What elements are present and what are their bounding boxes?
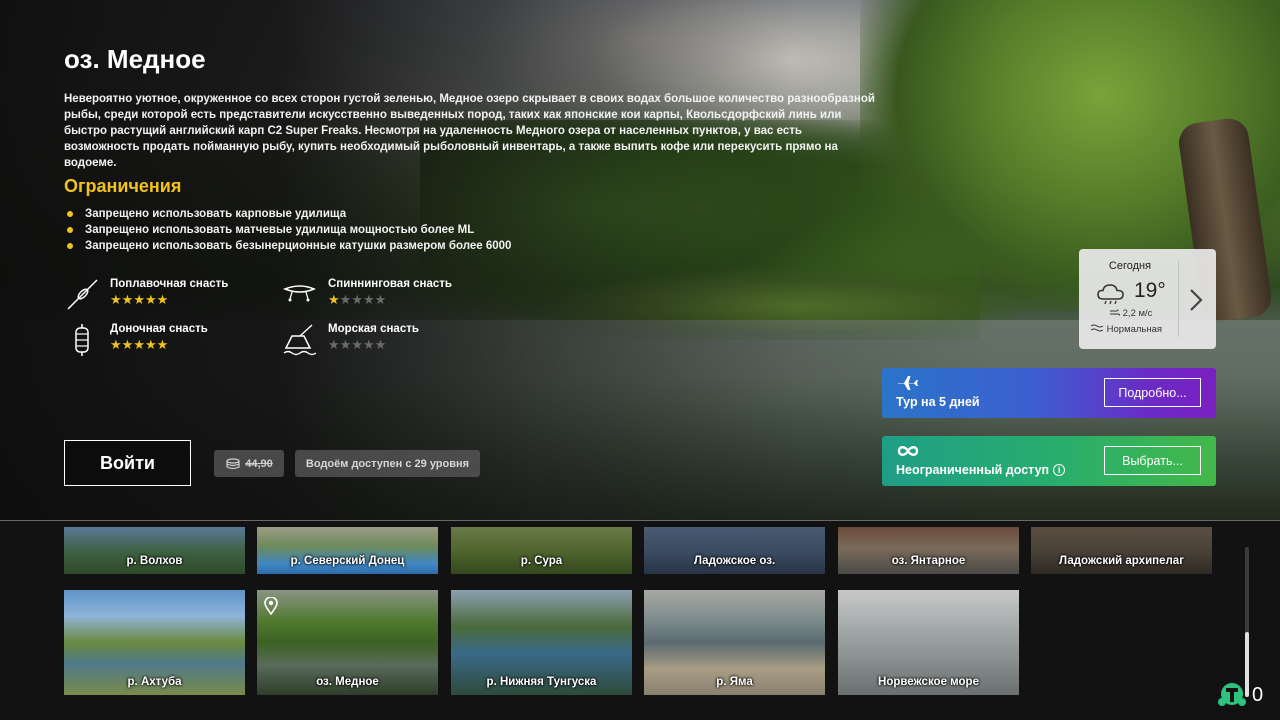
location-card-label: р. Сура — [520, 555, 563, 567]
location-card[interactable]: р. Сура — [451, 527, 632, 574]
location-card-label: р. Ахтуба — [127, 676, 182, 688]
location-card-label: р. Волхов — [126, 555, 183, 567]
tackle-rating: ★★★★★ — [110, 338, 168, 352]
tour-label: Тур на 5 дней — [896, 395, 980, 409]
star-empty-icon: ★ — [374, 292, 387, 307]
location-card[interactable]: Норвежское море — [838, 590, 1019, 695]
restriction-item: Запрещено использовать матчевые удилища … — [64, 222, 511, 238]
unlimited-choose-button[interactable]: Выбрать... — [1104, 446, 1201, 475]
star-empty-icon: ★ — [351, 292, 363, 307]
tackle-spinning: Спиннинговая снасть ★★★★★ — [282, 277, 482, 313]
location-card-label: р. Северский Донец — [290, 555, 405, 567]
star-empty-icon: ★ — [362, 292, 375, 307]
location-card[interactable]: Ладожское оз. — [644, 527, 825, 574]
location-card-label: Норвежское море — [878, 676, 979, 688]
star-filled-icon: ★ — [144, 337, 157, 352]
restrictions-list: Запрещено использовать карповые удилища … — [64, 206, 511, 254]
currency-value: 0 — [1252, 684, 1264, 706]
location-card-label: оз. Медное — [316, 676, 379, 688]
price-old: 44,90 — [245, 457, 273, 470]
weather-day: Сегодня — [1108, 260, 1152, 272]
tackle-name: Спиннинговая снасть — [328, 278, 452, 290]
info-icon[interactable]: i — [1053, 464, 1066, 476]
tackle-float: Поплавочная снасть ★★★★★ — [64, 277, 264, 313]
level-requirement: Водоём доступен с 29 уровня — [295, 450, 480, 477]
weather-temperature: 19° — [1134, 279, 1166, 302]
star-empty-icon: ★ — [351, 337, 363, 352]
bottom-feeder-icon — [75, 324, 89, 356]
pressure-value: Нормальная — [1106, 324, 1163, 335]
location-card[interactable]: р. Нижняя Тунгуска — [451, 590, 632, 695]
airplane-icon — [898, 376, 918, 390]
star-empty-icon: ★ — [339, 337, 352, 352]
tackle-bottom: Доночная снасть ★★★★★ — [64, 322, 264, 358]
tackle-rating: ★★★★★ — [328, 293, 386, 307]
tackle-name: Доночная снасть — [110, 323, 208, 335]
tackle-name: Поплавочная снасть — [110, 278, 229, 290]
pressure-icon — [1090, 324, 1104, 332]
tackle-rating: ★★★★★ — [328, 338, 386, 352]
star-filled-icon: ★ — [133, 292, 145, 307]
star-filled-icon: ★ — [144, 292, 157, 307]
location-description: Невероятно уютное, окруженное со всех ст… — [64, 93, 875, 169]
currency-display: 0 — [1216, 680, 1280, 712]
price-tag: 44,90 — [214, 450, 284, 477]
star-filled-icon: ★ — [110, 337, 122, 352]
tour-offer: Тур на 5 дней Подробно... — [882, 368, 1216, 418]
location-card[interactable]: р. Волхов — [64, 527, 245, 574]
restriction-item: Запрещено использовать карповые удилища — [64, 206, 511, 222]
star-filled-icon: ★ — [328, 292, 340, 307]
star-empty-icon: ★ — [374, 337, 387, 352]
location-card-selected[interactable]: оз. Медное — [257, 590, 438, 695]
spinning-lure-icon — [282, 285, 316, 302]
location-card[interactable]: оз. Янтарное — [838, 527, 1019, 574]
star-empty-icon: ★ — [362, 337, 375, 352]
cloudy-icon — [1097, 284, 1124, 304]
weather-next-button[interactable] — [1183, 284, 1209, 314]
restriction-item: Запрещено использовать безынерционные ка… — [64, 238, 511, 254]
chevron-right-icon — [1190, 288, 1203, 311]
restrictions-title: Ограничения — [64, 176, 182, 196]
unlimited-offer: Неограниченный доступ i Выбрать... — [882, 436, 1216, 486]
tackle-name: Морская снасть — [328, 323, 419, 335]
location-card-label: Ладожское оз. — [693, 555, 776, 567]
location-card-label: оз. Янтарное — [891, 555, 966, 567]
enter-button[interactable]: Войти — [64, 440, 191, 486]
star-filled-icon: ★ — [121, 292, 134, 307]
location-card[interactable]: р. Ахтуба — [64, 590, 245, 695]
location-card-label: р. Нижняя Тунгуска — [486, 676, 597, 688]
location-card[interactable]: р. Северский Донец — [257, 527, 438, 574]
location-card[interactable]: р. Яма — [644, 590, 825, 695]
star-filled-icon: ★ — [156, 337, 169, 352]
coin-stack-icon — [226, 457, 240, 469]
location-card-label: р. Яма — [716, 676, 753, 688]
sea-fishing-icon — [283, 324, 317, 356]
tortoise-coin-icon — [1218, 683, 1246, 706]
location-title: оз. Медное — [64, 44, 206, 74]
weather-pressure: Нормальная — [1090, 323, 1162, 335]
star-filled-icon: ★ — [156, 292, 169, 307]
tour-details-button[interactable]: Подробно... — [1104, 378, 1201, 407]
weather-wind: 2,2 м/с — [1109, 308, 1152, 319]
star-filled-icon: ★ — [133, 337, 145, 352]
unlimited-label: Неограниченный доступ i — [896, 463, 1066, 477]
infinity-icon — [897, 446, 919, 456]
weather-widget: Сегодня 19° 2,2 м/с Нормальная — [1079, 249, 1216, 349]
tackle-rating: ★★★★★ — [110, 293, 168, 307]
location-scrollbar[interactable] — [1245, 547, 1249, 697]
weather-divider — [1178, 261, 1179, 337]
star-empty-icon: ★ — [328, 337, 340, 352]
float-rod-icon — [67, 279, 98, 310]
wind-icon — [1110, 309, 1120, 316]
star-filled-icon: ★ — [121, 337, 134, 352]
tackle-sea: Морская снасть ★★★★★ — [282, 322, 482, 358]
star-filled-icon: ★ — [110, 292, 122, 307]
wind-speed: 2,2 м/с — [1122, 308, 1153, 319]
location-card-label: Ладожский архипелаг — [1059, 555, 1184, 567]
location-card[interactable]: Ладожский архипелаг — [1031, 527, 1212, 574]
star-empty-icon: ★ — [339, 292, 352, 307]
location-pin-icon — [264, 597, 278, 615]
